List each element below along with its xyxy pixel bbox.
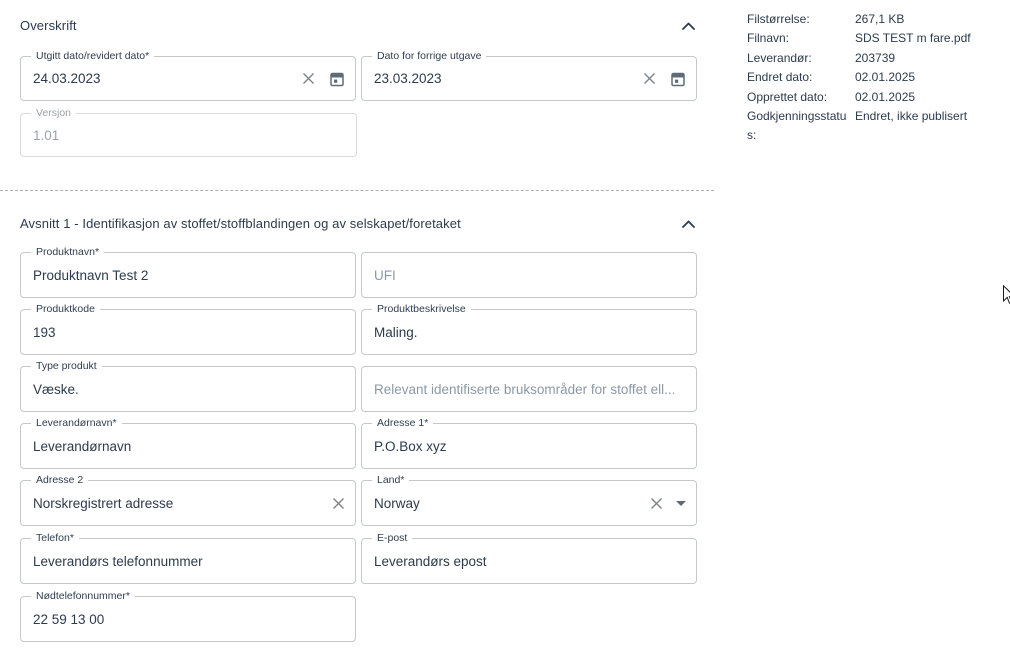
field-adresse2: Adresse 2 <box>20 480 356 526</box>
field-land: Land* <box>361 480 697 526</box>
info-value: Endret, ikke publisert <box>855 107 967 146</box>
field-label: Nødtelefonnummer* <box>31 590 135 602</box>
type-produkt-input[interactable] <box>21 367 355 411</box>
info-value: 267,1 KB <box>855 10 904 29</box>
adresse2-input[interactable] <box>21 481 355 525</box>
info-value: 203739 <box>855 49 895 68</box>
field-label: Type produkt <box>31 360 102 372</box>
info-label: Godkjenningsstatus: <box>747 107 855 146</box>
nodtelefonnummer-input[interactable] <box>21 597 355 641</box>
info-row-filnavn: Filnavn: SDS TEST m fare.pdf <box>747 29 1003 48</box>
info-value: 02.01.2025 <box>855 68 915 87</box>
field-label: Adresse 1* <box>372 417 433 429</box>
clear-icon[interactable] <box>650 497 663 510</box>
section-title-overskrift: Overskrift <box>20 18 77 33</box>
bruksomrader-input[interactable] <box>362 367 696 411</box>
info-label: Endret dato: <box>747 68 855 87</box>
produktnavn-input[interactable] <box>21 253 355 297</box>
info-label: Opprettet dato: <box>747 88 855 107</box>
produktkode-input[interactable] <box>21 310 355 354</box>
info-row-filstorrelse: Filstørrelse: 267,1 KB <box>747 10 1003 29</box>
info-row-godkjenningsstatus: Godkjenningsstatus: Endret, ikke publise… <box>747 107 1003 146</box>
field-icons <box>643 57 686 100</box>
field-versjon: Versjon <box>20 113 357 157</box>
field-label: Land* <box>372 474 409 486</box>
field-adresse1: Adresse 1* <box>361 423 697 469</box>
field-type-produkt: Type produkt <box>20 366 356 412</box>
info-value: 02.01.2025 <box>855 88 915 107</box>
mouse-cursor <box>1003 285 1010 310</box>
field-ufi <box>361 252 697 298</box>
ufi-input[interactable] <box>362 253 696 297</box>
chevron-up-icon <box>682 216 695 231</box>
info-label: Filstørrelse: <box>747 10 855 29</box>
sds-editor-page: Overskrift Utgitt dato/revidert dato* Da… <box>0 0 1010 661</box>
field-icons <box>650 481 686 525</box>
field-label: Telefon* <box>31 532 79 544</box>
field-label: Utgitt dato/revidert dato* <box>31 50 154 62</box>
section-divider <box>0 190 714 191</box>
section-title-avsnitt1: Avsnitt 1 - Identifikasjon av stoffet/st… <box>20 216 461 231</box>
section-header-overskrift: Overskrift <box>20 16 697 35</box>
field-icons <box>332 481 345 525</box>
caret-down-icon[interactable] <box>676 501 686 506</box>
field-bruksomrader <box>361 366 697 412</box>
field-leverandornavn: Leverandørnavn* <box>20 423 356 469</box>
section-header-avsnitt1: Avsnitt 1 - Identifikasjon av stoffet/st… <box>20 214 697 233</box>
field-label: Leverandørnavn* <box>31 417 122 429</box>
field-nodtelefonnummer: Nødtelefonnummer* <box>20 596 356 642</box>
file-info-panel: Filstørrelse: 267,1 KB Filnavn: SDS TEST… <box>747 10 1003 146</box>
field-label: Adresse 2 <box>31 474 88 486</box>
leverandornavn-input[interactable] <box>21 424 355 468</box>
field-produktkode: Produktkode <box>20 309 356 355</box>
land-select-input[interactable] <box>362 481 696 525</box>
collapse-avsnitt1-button[interactable] <box>680 214 697 233</box>
field-epost: E-post <box>361 538 697 584</box>
field-produktbeskrivelse: Produktbeskrivelse <box>361 309 697 355</box>
telefon-input[interactable] <box>21 539 355 583</box>
versjon-input <box>21 114 356 156</box>
field-telefon: Telefon* <box>20 538 356 584</box>
field-label: Produktnavn* <box>31 246 104 258</box>
field-label: Versjon <box>31 107 76 119</box>
clear-icon[interactable] <box>643 72 656 85</box>
info-row-opprettet-dato: Opprettet dato: 02.01.2025 <box>747 88 1003 107</box>
field-dato-forrige-utgave: Dato for forrige utgave <box>361 56 697 101</box>
field-icons <box>302 57 345 100</box>
info-label: Leverandør: <box>747 49 855 68</box>
epost-input[interactable] <box>362 539 696 583</box>
clear-icon[interactable] <box>302 72 315 85</box>
info-row-endret-dato: Endret dato: 02.01.2025 <box>747 68 1003 87</box>
info-value: SDS TEST m fare.pdf <box>855 29 971 48</box>
info-row-leverandor: Leverandør: 203739 <box>747 49 1003 68</box>
calendar-icon[interactable] <box>329 71 345 87</box>
clear-icon[interactable] <box>332 497 345 510</box>
field-label: Dato for forrige utgave <box>372 50 486 62</box>
field-utgitt-dato: Utgitt dato/revidert dato* <box>20 56 356 101</box>
field-label: Produktbeskrivelse <box>372 303 471 315</box>
chevron-up-icon <box>682 18 695 33</box>
field-produktnavn: Produktnavn* <box>20 252 356 298</box>
adresse1-input[interactable] <box>362 424 696 468</box>
field-label: E-post <box>372 532 412 544</box>
collapse-overskrift-button[interactable] <box>680 16 697 35</box>
info-label: Filnavn: <box>747 29 855 48</box>
calendar-icon[interactable] <box>670 71 686 87</box>
produktbeskrivelse-input[interactable] <box>362 310 696 354</box>
field-label: Produktkode <box>31 303 100 315</box>
